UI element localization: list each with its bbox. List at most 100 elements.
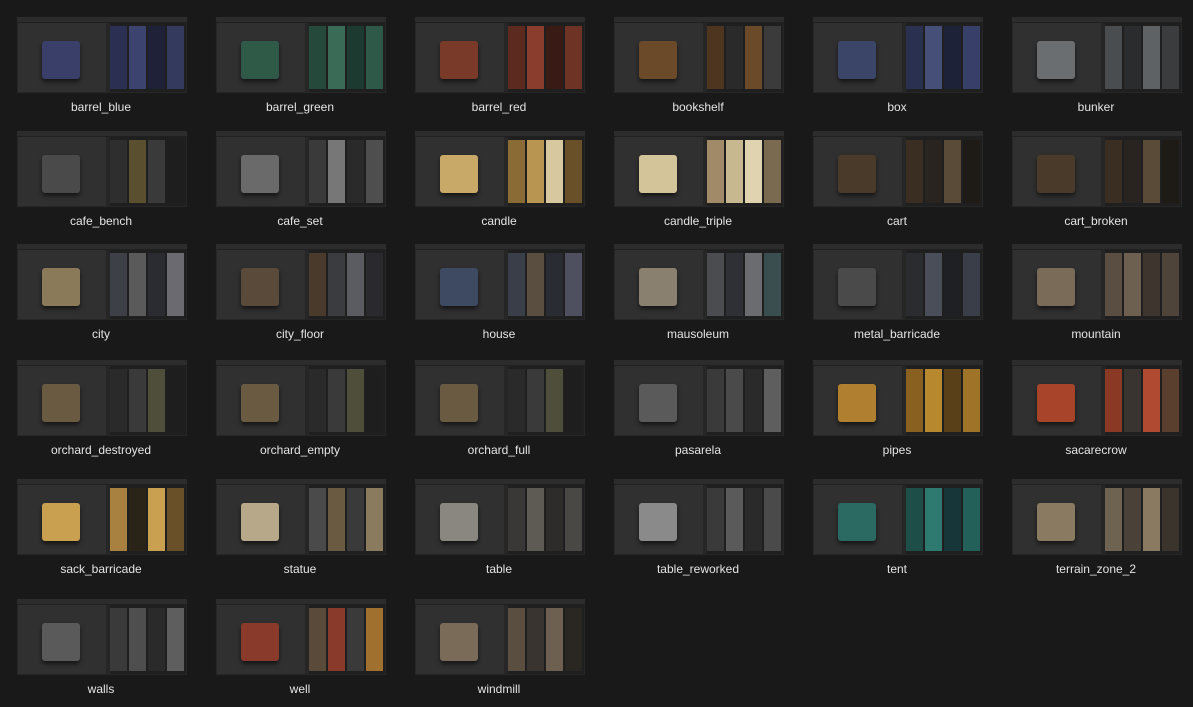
file-item[interactable]: sacarecrow [1011, 359, 1183, 459]
model-preview [42, 268, 80, 306]
file-item[interactable]: statue [215, 478, 387, 578]
file-item[interactable]: city [16, 243, 188, 343]
file-thumbnail [414, 16, 586, 94]
model-preview [838, 41, 876, 79]
model-preview [42, 623, 80, 661]
file-item[interactable]: house [414, 243, 586, 343]
file-item[interactable]: bookshelf [613, 16, 785, 116]
file-item[interactable]: bunker [1011, 16, 1183, 116]
file-item[interactable]: table_reworked [613, 478, 785, 578]
file-item[interactable]: windmill [414, 598, 586, 698]
model-preview [639, 384, 677, 422]
file-item[interactable]: barrel_blue [16, 16, 188, 116]
file-thumbnail [613, 16, 785, 94]
uv-texture-preview [508, 250, 584, 319]
file-name: walls [87, 682, 115, 696]
file-item[interactable]: barrel_red [414, 16, 586, 116]
file-name: city_floor [275, 327, 325, 341]
file-name: cart_broken [1064, 214, 1128, 228]
file-item[interactable]: pipes [812, 359, 984, 459]
file-item[interactable]: table [414, 478, 586, 578]
model-preview [440, 155, 478, 193]
file-thumbnail [812, 243, 984, 321]
file-name: pipes [882, 443, 912, 457]
file-item[interactable]: city_floor [215, 243, 387, 343]
model-preview [440, 384, 478, 422]
model-preview [241, 384, 279, 422]
file-item[interactable]: sack_barricade [16, 478, 188, 578]
model-preview [241, 268, 279, 306]
model-preview [241, 155, 279, 193]
file-item[interactable]: tent [812, 478, 984, 578]
uv-texture-preview [1105, 366, 1181, 435]
file-item[interactable]: orchard_empty [215, 359, 387, 459]
model-preview [241, 41, 279, 79]
file-item[interactable]: well [215, 598, 387, 698]
uv-texture-preview [309, 366, 385, 435]
file-thumbnail [16, 478, 188, 556]
uv-texture-preview [309, 250, 385, 319]
file-thumbnail [1011, 359, 1183, 437]
file-item[interactable]: terrain_zone_2 [1011, 478, 1183, 578]
uv-texture-preview [707, 250, 783, 319]
file-item[interactable]: barrel_green [215, 16, 387, 116]
file-thumbnail [215, 16, 387, 94]
uv-texture-preview [309, 485, 385, 554]
uv-texture-preview [110, 605, 186, 674]
model-preview [838, 503, 876, 541]
file-name: well [289, 682, 311, 696]
file-item[interactable]: box [812, 16, 984, 116]
file-name: house [482, 327, 516, 341]
file-thumbnail [1011, 16, 1183, 94]
file-thumbnail [613, 478, 785, 556]
file-name: cart [886, 214, 907, 228]
file-thumbnail [16, 243, 188, 321]
file-thumbnail [1011, 130, 1183, 208]
file-name: orchard_destroyed [50, 443, 152, 457]
uv-texture-preview [906, 366, 982, 435]
file-name: terrain_zone_2 [1055, 562, 1137, 576]
file-thumbnail [215, 598, 387, 676]
model-preview [838, 268, 876, 306]
file-thumbnail [215, 359, 387, 437]
file-item[interactable]: orchard_destroyed [16, 359, 188, 459]
file-name: barrel_red [471, 100, 527, 114]
file-name: mausoleum [666, 327, 730, 341]
file-name: orchard_full [467, 443, 531, 457]
model-preview [42, 503, 80, 541]
file-thumbnail [613, 243, 785, 321]
file-thumbnail [16, 130, 188, 208]
file-name: sack_barricade [60, 562, 142, 576]
file-item[interactable]: mountain [1011, 243, 1183, 343]
file-item[interactable]: cart [812, 130, 984, 230]
uv-texture-preview [110, 485, 186, 554]
file-item[interactable]: cafe_bench [16, 130, 188, 230]
model-preview [241, 503, 279, 541]
file-name: city [92, 327, 110, 341]
model-preview [440, 41, 478, 79]
uv-texture-preview [508, 23, 584, 92]
model-preview [440, 503, 478, 541]
file-item[interactable]: mausoleum [613, 243, 785, 343]
file-item[interactable]: cafe_set [215, 130, 387, 230]
file-item[interactable]: metal_barricade [812, 243, 984, 343]
file-name: bunker [1077, 100, 1115, 114]
uv-texture-preview [110, 137, 186, 206]
file-item[interactable]: cart_broken [1011, 130, 1183, 230]
model-preview [1037, 41, 1075, 79]
uv-texture-preview [508, 605, 584, 674]
uv-texture-preview [707, 366, 783, 435]
file-item[interactable]: walls [16, 598, 188, 698]
file-thumbnail [414, 130, 586, 208]
file-item[interactable]: pasarela [613, 359, 785, 459]
uv-texture-preview [1105, 23, 1181, 92]
file-item[interactable]: candle [414, 130, 586, 230]
file-thumbnail [414, 598, 586, 676]
file-name: sacarecrow [1065, 443, 1127, 457]
uv-texture-preview [508, 137, 584, 206]
file-name: metal_barricade [853, 327, 941, 341]
file-thumbnail [613, 130, 785, 208]
file-name: candle_triple [663, 214, 733, 228]
file-item[interactable]: orchard_full [414, 359, 586, 459]
file-item[interactable]: candle_triple [613, 130, 785, 230]
